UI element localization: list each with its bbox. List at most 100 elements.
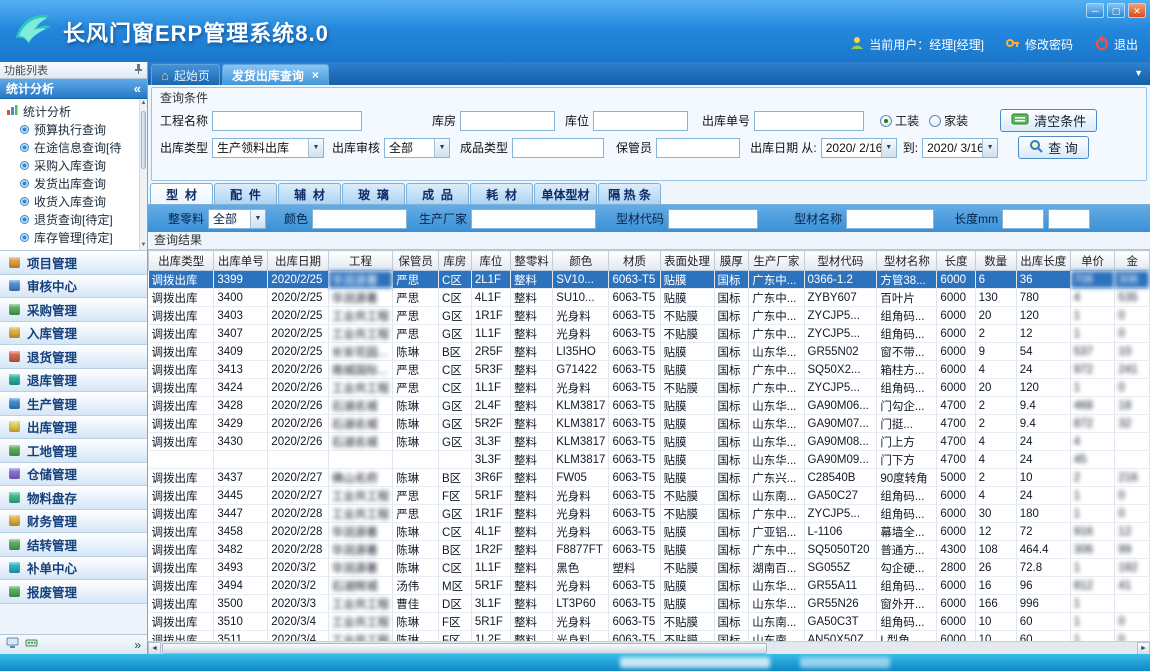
table-row[interactable]: 调拨出库34932020/3/2华润源著陈琳C区1L1F整料黑色塑料不贴膜国标湖… (149, 559, 1150, 577)
column-header[interactable]: 保管员 (393, 251, 439, 271)
keyboard-icon[interactable] (25, 637, 38, 652)
column-header[interactable]: 出库类型 (149, 251, 214, 271)
color-input[interactable] (312, 209, 407, 229)
maximize-button[interactable]: ▢ (1107, 3, 1125, 18)
project-name-input[interactable] (212, 111, 362, 131)
sidebar-module-item[interactable]: 补单中心 (0, 557, 147, 581)
column-header[interactable]: 型材代码 (804, 251, 877, 271)
radio-jiazhuang[interactable]: 家装 (929, 112, 968, 129)
whole-part-select[interactable]: 全部 ▼ (208, 209, 266, 229)
column-header[interactable]: 长度 (937, 251, 975, 271)
scroll-right-icon[interactable]: ► (1137, 642, 1150, 655)
scroll-thumb[interactable] (162, 643, 767, 654)
column-header[interactable]: 库房 (439, 251, 472, 271)
table-row[interactable]: 调拨出库33992020/2/25华润源著严思C区2L1F整料SV10...60… (149, 271, 1150, 289)
tree-root[interactable]: 统计分析 (6, 102, 137, 120)
search-button[interactable]: 查 询 (1018, 136, 1089, 159)
minimize-button[interactable]: ─ (1086, 3, 1104, 18)
tab-close-icon[interactable]: × (312, 69, 319, 81)
table-row[interactable]: 调拨出库34582020/2/28华润源著陈琳C区4L1F整料光身料6063-T… (149, 523, 1150, 541)
change-password-link[interactable]: 修改密码 (1025, 36, 1073, 53)
sidebar-module-item[interactable]: 工地管理 (0, 439, 147, 463)
sidebar-module-item[interactable]: 财务管理 (0, 510, 147, 534)
table-row[interactable]: 调拨出库34292020/2/26石湖名城陈琳G区5R2F整料KLM381760… (149, 415, 1150, 433)
tree-item[interactable]: 库存管理[待定] (6, 228, 137, 246)
scroll-track[interactable] (161, 642, 1137, 655)
monitor-icon[interactable] (6, 637, 19, 652)
tab-active-page[interactable]: 发货出库查询× (222, 64, 329, 85)
column-header[interactable]: 工程 (328, 251, 393, 271)
table-row[interactable]: 调拨出库34002020/2/25华润源著严思C区4L1F整料SU10...60… (149, 289, 1150, 307)
sidebar-module-item[interactable]: 报废管理 (0, 580, 147, 604)
sidebar-module-item[interactable]: 仓储管理 (0, 463, 147, 487)
material-tab[interactable]: 单体型材 (534, 183, 597, 204)
tree-item[interactable]: 收货入库查询 (6, 192, 137, 210)
column-header[interactable]: 表面处理 (660, 251, 714, 271)
table-row[interactable]: 调拨出库34072020/2/25工业共工程严思G区1L1F整料光身料6063-… (149, 325, 1150, 343)
sidebar-module-item[interactable]: 审核中心 (0, 275, 147, 299)
sidebar-module-item[interactable]: 项目管理 (0, 251, 147, 275)
keeper-input[interactable] (656, 138, 740, 158)
panel-header-statistics[interactable]: 统计分析 « (0, 79, 147, 99)
table-row[interactable]: 调拨出库34372020/2/27佛山名府陈琳B区3R6F整料FW056063-… (149, 469, 1150, 487)
table-row[interactable]: 调拨出库35102020/3/4工业共工程陈琳F区5R1F整料光身料6063-T… (149, 613, 1150, 631)
material-tab[interactable]: 隔 热 条 (598, 183, 661, 204)
sidebar-module-item[interactable]: 采购管理 (0, 298, 147, 322)
sidebar-module-item[interactable]: 生产管理 (0, 392, 147, 416)
table-row[interactable]: 调拨出库34452020/2/27工业共工程严思F区5R1F整料光身料6063-… (149, 487, 1150, 505)
logout-link[interactable]: 退出 (1114, 36, 1138, 53)
location-input[interactable] (593, 111, 688, 131)
product-type-input[interactable] (512, 138, 604, 158)
tree-item[interactable]: 发货出库查询 (6, 174, 137, 192)
footer-more-icon[interactable]: » (134, 638, 141, 652)
sidebar-module-item[interactable]: 物料盘存 (0, 486, 147, 510)
material-tab[interactable]: 型 材 (150, 183, 213, 204)
column-header[interactable]: 单价 (1070, 251, 1115, 271)
table-row[interactable]: 调拨出库34242020/2/26工业共工程严思C区1L1F整料光身料6063-… (149, 379, 1150, 397)
table-row[interactable]: 调拨出库34282020/2/26石湖名城陈琳G区2L4F整料KLM381760… (149, 397, 1150, 415)
audit-select[interactable]: 全部 ▼ (384, 138, 450, 158)
tree-item[interactable]: 采购入库查询 (6, 156, 137, 174)
out-type-select[interactable]: 生产领料出库 ▼ (212, 138, 324, 158)
column-header[interactable]: 出库单号 (214, 251, 268, 271)
scroll-thumb[interactable] (141, 111, 146, 169)
column-header[interactable]: 型材名称 (877, 251, 937, 271)
column-header[interactable]: 数量 (975, 251, 1016, 271)
maker-input[interactable] (471, 209, 596, 229)
scroll-left-icon[interactable]: ◄ (148, 642, 161, 655)
table-row[interactable]: 调拨出库34032020/2/25工业共工程严思G区1R1F整料光身料6063-… (149, 307, 1150, 325)
table-row[interactable]: 调拨出库35002020/3/3工业共工程曹佳D区3L1F整料LT3P60606… (149, 595, 1150, 613)
table-row[interactable]: 调拨出库34822020/2/28华润源著陈琳B区1R2F整料F8877FT60… (149, 541, 1150, 559)
close-button[interactable]: ✕ (1128, 3, 1146, 18)
tree-scrollbar[interactable]: ▲ ▼ (139, 99, 147, 250)
material-tab[interactable]: 成 品 (406, 183, 469, 204)
table-row[interactable]: 3L3F整料KLM38176063-T5贴膜国标山东华...GA90M09...… (149, 451, 1150, 469)
table-row[interactable]: 调拨出库34942020/3/2石湖辉城汤伟M区5R1F整料光身料6063-T5… (149, 577, 1150, 595)
column-header[interactable]: 出库长度 (1016, 251, 1070, 271)
scroll-up-icon[interactable]: ▲ (140, 99, 147, 108)
scroll-down-icon[interactable]: ▼ (140, 241, 147, 250)
column-header[interactable]: 材质 (609, 251, 660, 271)
length-min-input[interactable] (1002, 209, 1044, 229)
material-tab[interactable]: 耗 材 (470, 183, 533, 204)
profile-code-input[interactable] (668, 209, 758, 229)
sidebar-module-item[interactable]: 入库管理 (0, 322, 147, 346)
table-row[interactable]: 调拨出库34092020/2/25长安花园...陈琳B区2R5F整料LI35HO… (149, 343, 1150, 361)
collapse-icon[interactable]: « (134, 81, 141, 96)
column-header[interactable]: 生产厂家 (749, 251, 804, 271)
table-row[interactable]: 调拨出库34132020/2/26南城国际...严思C区5R3F整料G71422… (149, 361, 1150, 379)
material-tab[interactable]: 辅 材 (278, 183, 341, 204)
table-row[interactable]: 调拨出库34302020/2/26石湖名城陈琳G区3L3F整料KLM381760… (149, 433, 1150, 451)
tree-item[interactable]: 预算执行查询 (6, 120, 137, 138)
tree-item[interactable]: 退货查询[待定] (6, 210, 137, 228)
sidebar-module-item[interactable]: 退货管理 (0, 345, 147, 369)
date-to-select[interactable]: 2020/ 3/16 ▼ (922, 138, 998, 158)
horizontal-scrollbar[interactable]: ◄ ► (148, 641, 1150, 654)
sidebar-module-item[interactable]: 结转管理 (0, 533, 147, 557)
sidebar-module-item[interactable]: 出库管理 (0, 416, 147, 440)
tab-home[interactable]: ⌂起始页 (151, 64, 220, 85)
clear-conditions-button[interactable]: 清空条件 (1000, 109, 1097, 132)
material-tab[interactable]: 配 件 (214, 183, 277, 204)
warehouse-input[interactable] (460, 111, 555, 131)
column-header[interactable]: 膜厚 (714, 251, 749, 271)
